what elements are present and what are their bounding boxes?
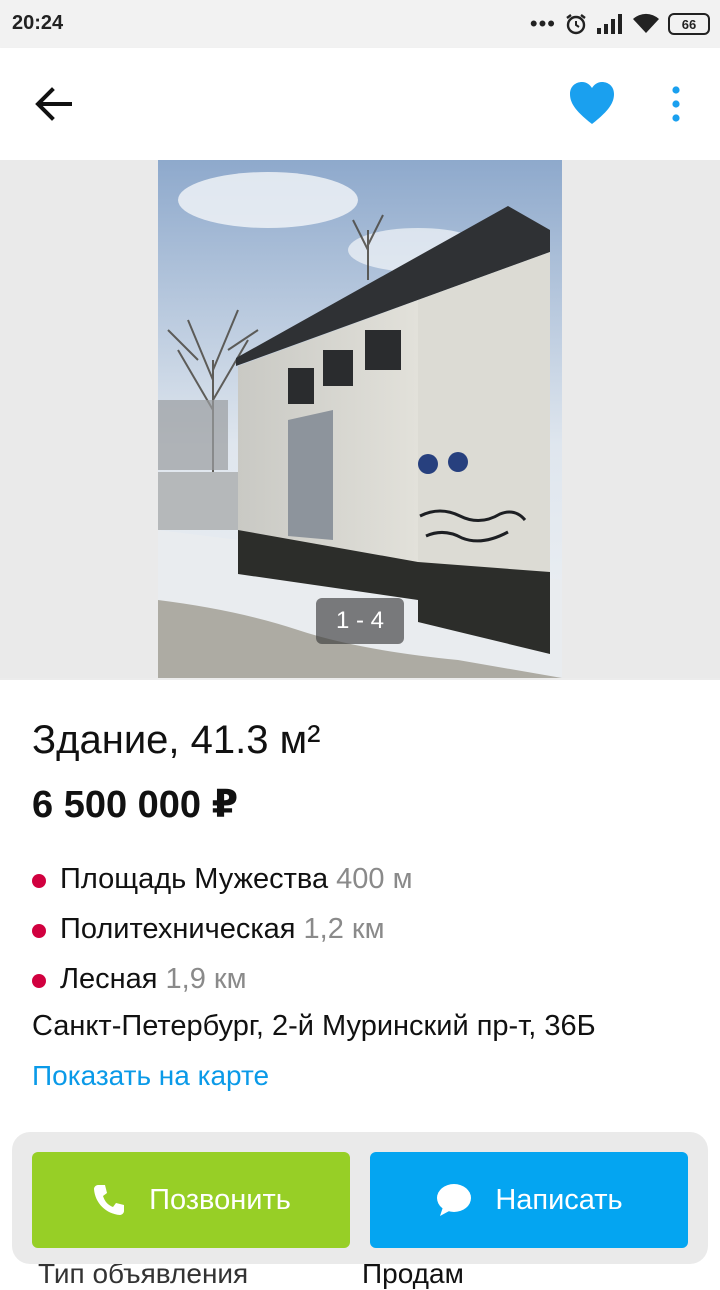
status-bar: 20:24 ••• 66 — [0, 0, 720, 48]
status-time: 20:24 — [12, 12, 64, 34]
contact-action-bar: Позвонить Написать — [12, 1132, 708, 1264]
write-button-label: Написать — [495, 1183, 623, 1216]
metro-name: Площадь Мужества — [60, 862, 329, 895]
call-button[interactable]: Позвонить — [32, 1152, 350, 1248]
vertical-dots-icon[interactable] — [658, 82, 694, 126]
metro-name: Лесная — [60, 962, 158, 995]
alarm-icon — [566, 14, 586, 35]
metro-dot-icon — [32, 974, 46, 988]
battery-icon: 66 — [668, 13, 710, 35]
more-dots-icon: ••• — [529, 11, 556, 36]
metro-station: Политехническая 1,2 км — [32, 912, 385, 946]
call-button-label: Позвонить — [149, 1183, 291, 1216]
status-icons: ••• 66 — [530, 10, 710, 38]
photo-gallery[interactable]: 1 - 4 — [0, 160, 720, 678]
divider — [0, 678, 720, 680]
listing-price: 6 500 000 ₽ — [32, 784, 239, 826]
write-button[interactable]: Написать — [370, 1152, 688, 1248]
metro-name: Политехническая — [60, 912, 296, 945]
metro-dot-icon — [32, 874, 46, 888]
metro-distance: 400 м — [336, 862, 413, 895]
photo-counter: 1 - 4 — [316, 598, 404, 644]
chat-bubble-icon — [437, 1184, 472, 1216]
listing-address: Санкт-Петербург, 2-й Муринский пр-т, 36Б — [32, 1010, 596, 1042]
signal-icon — [597, 14, 622, 34]
wifi-icon — [633, 13, 659, 33]
arrow-left-icon[interactable] — [30, 82, 78, 126]
metro-station: Площадь Мужества 400 м — [32, 862, 413, 896]
metro-distance: 1,9 км — [165, 962, 247, 995]
phone-icon — [94, 1185, 125, 1215]
metro-dot-icon — [32, 924, 46, 938]
metro-station: Лесная 1,9 км — [32, 962, 247, 996]
heart-icon[interactable] — [566, 78, 618, 130]
show-on-map-link[interactable]: Показать на карте — [32, 1060, 269, 1092]
top-toolbar — [0, 48, 720, 160]
metro-distance: 1,2 км — [303, 912, 385, 945]
listing-title: Здание, 41.3 м² — [32, 718, 321, 762]
